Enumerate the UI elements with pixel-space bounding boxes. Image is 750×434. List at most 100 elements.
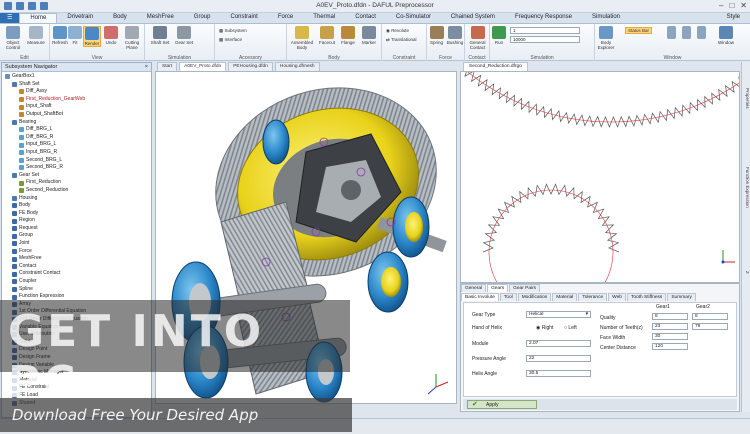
tree-item[interactable]: Output_ShaftBot: [2, 111, 151, 119]
spring-button[interactable]: Spring: [428, 26, 445, 45]
measure-button[interactable]: Measure: [26, 26, 46, 45]
tab-tolerance[interactable]: Tolerance: [578, 293, 608, 301]
doc-tab-second-reduction[interactable]: Second_Reduction.dfrgo: [463, 62, 528, 71]
file-tab[interactable]: ☰: [0, 13, 20, 23]
doc-tab-pehousing[interactable]: PEHousing.dfdn: [228, 62, 273, 71]
tree-item[interactable]: Housing: [2, 195, 151, 203]
tree-item[interactable]: Input_Shaft: [2, 103, 151, 111]
hand-right-radio[interactable]: ◉ Right: [536, 325, 553, 331]
tree-item[interactable]: First_Reduction_GearWeb: [2, 96, 151, 104]
center-distance-field[interactable]: 120: [652, 343, 688, 350]
tree-item[interactable]: MeshFree: [2, 255, 151, 263]
tree-item[interactable]: Region: [2, 217, 151, 225]
tab-chained-system[interactable]: Chained System: [441, 13, 505, 23]
gear-type-select[interactable]: Helical ▾: [526, 311, 591, 318]
tab-material[interactable]: Material: [552, 293, 578, 301]
tab-gear-pairs[interactable]: Gear Pairs: [509, 284, 541, 292]
tab-general[interactable]: General: [461, 284, 487, 292]
tree-item[interactable]: Contact: [2, 263, 151, 271]
doc-tab-housing-mesh[interactable]: Housing.dfmesh: [274, 62, 320, 71]
tree-item[interactable]: Diff_Assy: [2, 88, 151, 96]
helix-angle-field[interactable]: 30.5: [526, 370, 591, 377]
tree-item[interactable]: Diff_BRG_L: [2, 126, 151, 134]
layout-a-button[interactable]: [665, 26, 677, 40]
tree-item[interactable]: Shaft Set: [2, 81, 151, 89]
tab-constraint[interactable]: Constraint: [220, 13, 267, 23]
properties-side-tab[interactable]: Properties: [743, 68, 750, 128]
tree-item[interactable]: Spline: [2, 286, 151, 294]
tab-drivetrain[interactable]: Drivetrain: [57, 13, 103, 23]
face-width-field[interactable]: 30: [652, 333, 688, 340]
bushing-button[interactable]: Bushing: [446, 26, 464, 45]
tab-group[interactable]: Group: [184, 13, 221, 23]
close-button[interactable]: ✕: [740, 1, 747, 10]
tree-item[interactable]: Group: [2, 232, 151, 240]
apply-button[interactable]: ✔ Apply: [467, 400, 537, 409]
tab-meshfree[interactable]: MeshFree: [137, 13, 184, 23]
style-menu[interactable]: Style: [727, 14, 740, 20]
marker-button[interactable]: Marker: [360, 26, 378, 45]
minimize-button[interactable]: –: [719, 1, 723, 10]
pressure-angle-field[interactable]: 22: [526, 355, 591, 362]
tab-simulation[interactable]: Simulation: [582, 13, 630, 23]
tab-contact[interactable]: Contact: [345, 13, 386, 23]
maximize-button[interactable]: □: [729, 1, 734, 10]
tab-tooth-stiffness[interactable]: Tooth Stiffness: [626, 293, 667, 301]
tree-item[interactable]: Gear Set: [2, 172, 151, 180]
tree-item[interactable]: Second_BRG_R: [2, 164, 151, 172]
refresh-button[interactable]: Refresh: [52, 26, 68, 45]
gear-set-button[interactable]: Gear Set: [173, 26, 195, 45]
tree-item[interactable]: Second_BRG_L: [2, 157, 151, 165]
module-field[interactable]: 2.07: [526, 340, 591, 347]
function-expression-side-tab[interactable]: Function Expression: [743, 142, 750, 232]
tree-item[interactable]: Coupler: [2, 278, 151, 286]
tab-basic-involute[interactable]: Basic Involute: [461, 293, 499, 301]
tree-item[interactable]: Second_Reduction: [2, 187, 151, 195]
tree-item[interactable]: Request: [2, 225, 151, 233]
tab-co-simulator[interactable]: Co-Simulator: [386, 13, 441, 23]
tree-item[interactable]: Bearing: [2, 119, 151, 127]
tree-item[interactable]: Joint: [2, 240, 151, 248]
tree-item[interactable]: Body: [2, 202, 151, 210]
interface-button[interactable]: ▩ Interface: [219, 37, 242, 43]
revolute-button[interactable]: ◉ Revolute: [386, 28, 409, 34]
tree-item[interactable]: Constraint Contact: [2, 270, 151, 278]
quality-gear2-select[interactable]: 8: [692, 313, 728, 320]
tree-item[interactable]: Diff_BRG_R: [2, 134, 151, 142]
render-button[interactable]: Render: [83, 26, 101, 47]
doc-tab-start[interactable]: Start: [157, 62, 178, 71]
tab-summary[interactable]: Summary: [667, 293, 696, 301]
teeth-gear1-field[interactable]: 23: [652, 323, 688, 330]
teeth-gear2-field[interactable]: 79: [692, 323, 728, 330]
body-explorer-button[interactable]: Body Explorer: [595, 26, 617, 50]
translational-button[interactable]: ⇄ Translational: [386, 37, 417, 43]
cutting-plane-button[interactable]: Cutting Plane: [121, 26, 143, 50]
tree-item[interactable]: Input_BRG_R: [2, 149, 151, 157]
shaft-set-button[interactable]: Shaft Set: [149, 26, 171, 45]
flange-button[interactable]: Flange: [339, 26, 357, 45]
object-control-button[interactable]: Object Control: [3, 26, 23, 50]
tree-item[interactable]: First_Reduction: [2, 179, 151, 187]
tab-web[interactable]: Web: [608, 293, 626, 301]
tree-item[interactable]: GearBox1: [2, 73, 151, 81]
tab-home[interactable]: Home: [19, 13, 58, 23]
doc-tab-proto[interactable]: A0EV_Proto.dfdn: [179, 62, 227, 71]
tab-body[interactable]: Body: [103, 13, 137, 23]
tab-tool[interactable]: Tool: [499, 293, 517, 301]
hand-left-radio[interactable]: ○ Left: [564, 325, 577, 331]
facecut-button[interactable]: Facecut: [317, 26, 337, 45]
fit-button[interactable]: Fit: [68, 26, 82, 45]
window-button[interactable]: Window: [715, 26, 737, 45]
tab-force[interactable]: Force: [268, 13, 303, 23]
tree-item[interactable]: Force: [2, 248, 151, 256]
tab-thermal[interactable]: Thermal: [303, 13, 345, 23]
quality-gear1-select[interactable]: 8: [652, 313, 688, 320]
sim-end-time-field[interactable]: 1: [510, 27, 580, 34]
run-button[interactable]: Run: [492, 26, 506, 45]
layout-b-button[interactable]: [680, 26, 692, 40]
undo-view-button[interactable]: Undo: [103, 26, 119, 45]
tab-gears[interactable]: Gears: [487, 284, 509, 292]
tab-frequency-response[interactable]: Frequency Response: [505, 13, 582, 23]
subsystem-button[interactable]: ▩ Subsystem: [219, 28, 247, 34]
gear-profile-view[interactable]: [460, 71, 740, 283]
